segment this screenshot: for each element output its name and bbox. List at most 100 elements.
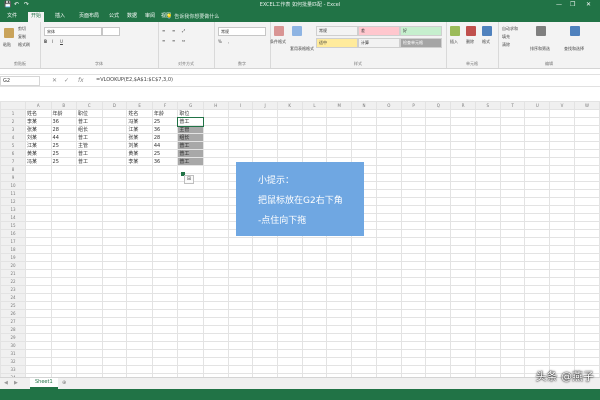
tab-home[interactable]: 开始 — [28, 12, 45, 22]
font-size-select[interactable] — [102, 27, 120, 36]
cell[interactable] — [573, 141, 600, 150]
cell[interactable] — [76, 261, 103, 270]
cell[interactable] — [25, 237, 52, 246]
cell[interactable] — [50, 309, 78, 318]
cell[interactable] — [375, 181, 402, 190]
cell[interactable] — [276, 333, 303, 342]
cell[interactable] — [400, 149, 427, 158]
cell[interactable] — [400, 341, 427, 350]
cell[interactable] — [101, 205, 128, 214]
cell[interactable] — [126, 357, 153, 366]
cell[interactable] — [375, 261, 402, 270]
cell[interactable] — [76, 325, 103, 334]
cell[interactable] — [326, 365, 353, 374]
cell[interactable] — [227, 293, 254, 302]
cell[interactable] — [126, 165, 153, 174]
cell[interactable] — [101, 197, 128, 206]
cell[interactable] — [549, 213, 575, 222]
cell[interactable] — [276, 149, 303, 158]
cell[interactable] — [25, 165, 52, 174]
cell[interactable] — [227, 357, 254, 366]
cell[interactable] — [126, 181, 153, 190]
cell[interactable] — [151, 173, 179, 182]
cell[interactable] — [151, 357, 179, 366]
cell[interactable] — [425, 117, 452, 126]
cell[interactable] — [25, 285, 52, 294]
cell[interactable] — [301, 245, 328, 254]
cell[interactable] — [101, 141, 128, 150]
cell[interactable] — [499, 221, 526, 230]
cell[interactable]: 姓名 — [126, 109, 153, 118]
cell[interactable] — [351, 285, 377, 294]
cell[interactable] — [202, 341, 229, 350]
cell[interactable] — [450, 309, 476, 318]
cell[interactable] — [573, 157, 600, 166]
cell[interactable] — [227, 141, 254, 150]
cell[interactable] — [450, 277, 476, 286]
cell[interactable] — [375, 229, 402, 238]
cell[interactable] — [549, 309, 575, 318]
cell[interactable] — [151, 253, 179, 262]
cell[interactable] — [151, 325, 179, 334]
cell[interactable] — [276, 117, 303, 126]
cell[interactable] — [50, 221, 78, 230]
cell[interactable] — [177, 309, 204, 318]
cell[interactable] — [400, 365, 427, 374]
cell[interactable] — [351, 109, 377, 118]
cell[interactable]: 江某 — [25, 141, 52, 150]
row-header[interactable]: 14 — [0, 213, 26, 222]
cell[interactable]: 25 — [50, 141, 78, 150]
tab-file[interactable]: 文件 — [4, 12, 20, 22]
row-header[interactable]: 32 — [0, 357, 26, 366]
cell[interactable] — [276, 253, 303, 262]
column-header[interactable]: P — [400, 101, 427, 110]
cell[interactable]: 冯某 — [25, 157, 52, 166]
cell[interactable] — [151, 309, 179, 318]
cell[interactable] — [252, 341, 278, 350]
cell[interactable] — [177, 253, 204, 262]
sheet-nav-right-icon[interactable]: ▶ — [14, 378, 18, 388]
cell[interactable] — [227, 149, 254, 158]
cell[interactable] — [549, 189, 575, 198]
italic-button[interactable]: I — [52, 39, 53, 44]
cell[interactable] — [202, 117, 229, 126]
cell[interactable] — [400, 181, 427, 190]
cell[interactable] — [151, 277, 179, 286]
cell[interactable] — [202, 253, 229, 262]
cell[interactable] — [425, 173, 452, 182]
cell[interactable] — [400, 189, 427, 198]
cell[interactable] — [573, 269, 600, 278]
cell[interactable] — [573, 189, 600, 198]
cell[interactable] — [252, 237, 278, 246]
style-neutral[interactable]: 适中 — [316, 38, 358, 48]
cell[interactable] — [425, 269, 452, 278]
cell[interactable] — [400, 245, 427, 254]
cell[interactable] — [252, 357, 278, 366]
cell[interactable] — [177, 365, 204, 374]
cell[interactable] — [549, 109, 575, 118]
cell[interactable] — [474, 317, 501, 326]
percent-icon[interactable]: % — [218, 39, 222, 44]
cell[interactable] — [549, 117, 575, 126]
cell[interactable]: 44 — [151, 141, 179, 150]
cell[interactable] — [126, 333, 153, 342]
cell[interactable] — [202, 141, 229, 150]
cell[interactable] — [101, 117, 128, 126]
cell[interactable] — [549, 141, 575, 150]
cell[interactable] — [573, 349, 600, 358]
cell[interactable] — [499, 365, 526, 374]
cell[interactable] — [375, 341, 402, 350]
cell[interactable] — [50, 317, 78, 326]
cell[interactable] — [450, 317, 476, 326]
cell[interactable] — [50, 189, 78, 198]
cell[interactable] — [400, 285, 427, 294]
cell[interactable] — [151, 293, 179, 302]
cell[interactable] — [202, 133, 229, 142]
cell[interactable] — [177, 229, 204, 238]
conditional-format-button[interactable]: 条件格式 — [270, 39, 286, 45]
cell[interactable]: 职位 — [76, 109, 103, 118]
cell[interactable] — [474, 301, 501, 310]
cell[interactable] — [50, 181, 78, 190]
cell[interactable] — [25, 221, 52, 230]
cell[interactable]: 25 — [151, 117, 179, 126]
